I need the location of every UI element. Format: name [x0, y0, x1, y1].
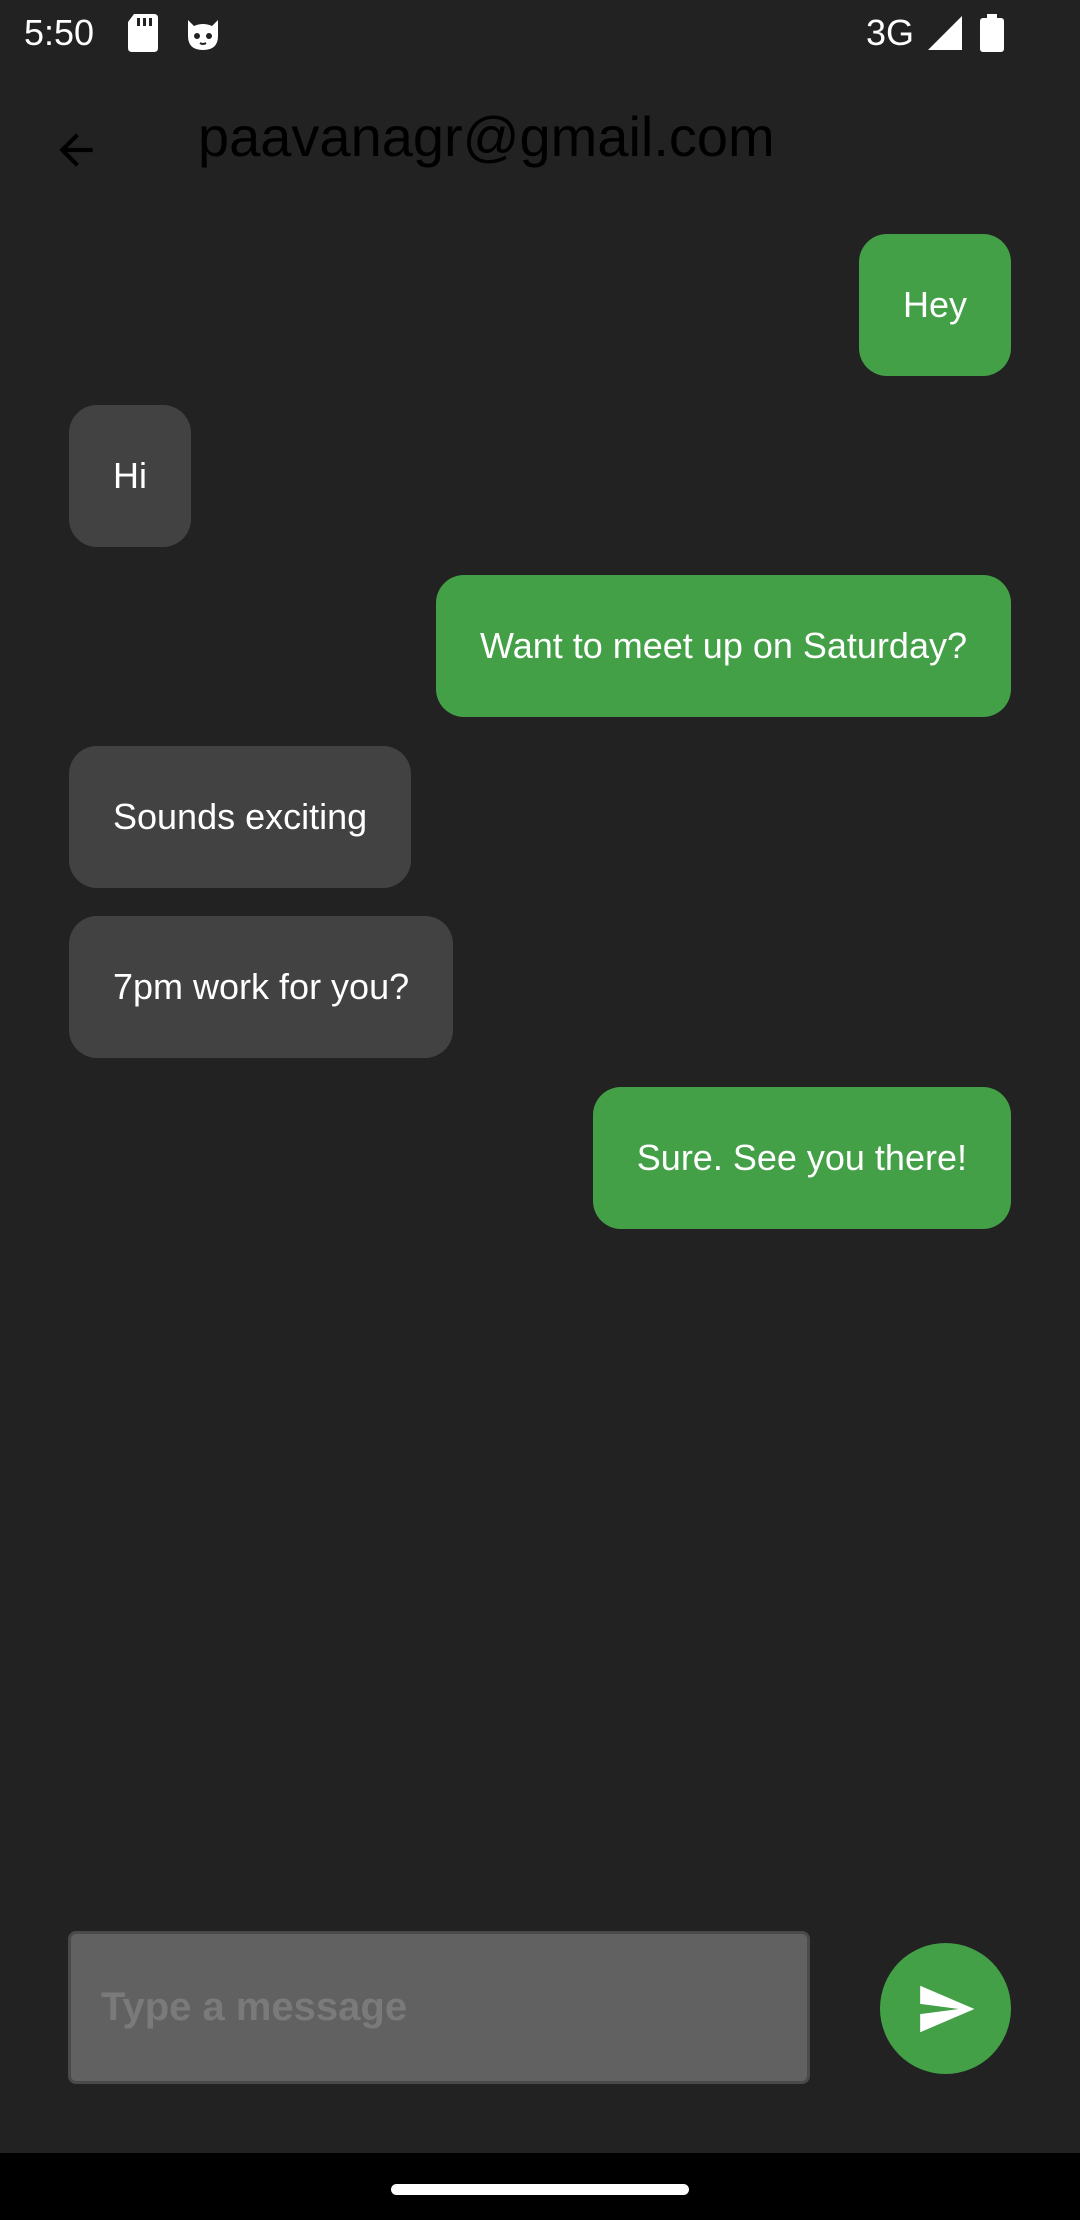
back-button[interactable] — [36, 110, 116, 190]
message-bubble-received[interactable]: Sounds exciting — [69, 746, 412, 888]
cat-icon — [188, 20, 218, 50]
message-bubble-received[interactable]: 7pm work for you? — [69, 916, 454, 1058]
message-bubble-received[interactable]: Hi — [69, 405, 191, 547]
network-type: 3G — [866, 12, 915, 53]
chat-screen: 5:50 3G paavanagr@gmail.com Hey Hi Want … — [0, 0, 1080, 2220]
app-bar: paavanagr@gmail.com — [0, 66, 1080, 216]
home-gesture-handle[interactable] — [391, 2184, 689, 2195]
message-input[interactable] — [68, 1931, 810, 2084]
message-bubble-sent[interactable]: Sure. See you there! — [592, 1087, 1011, 1229]
signal-icon — [928, 16, 962, 50]
sd-card-icon — [128, 14, 158, 52]
battery-icon — [980, 14, 1004, 52]
message-bubble-sent[interactable]: Hey — [858, 234, 1011, 376]
status-bar: 5:50 3G — [0, 0, 1080, 66]
page-title: paavanagr@gmail.com — [198, 105, 775, 168]
send-icon — [919, 1985, 974, 2032]
system-navigation-bar — [0, 2153, 1080, 2220]
status-time: 5:50 — [24, 12, 95, 53]
message-bubble-sent[interactable]: Want to meet up on Saturday? — [436, 575, 1011, 717]
arrow-back-icon — [59, 133, 93, 167]
send-button[interactable] — [880, 1943, 1011, 2074]
